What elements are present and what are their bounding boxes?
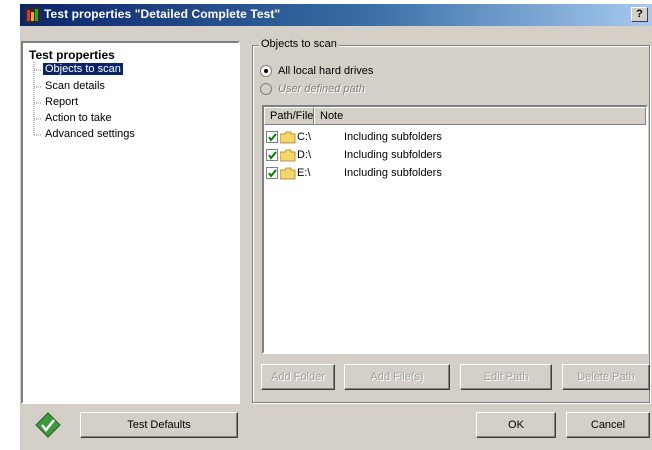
folder-icon: [280, 167, 296, 179]
properties-dialog: Test properties "Detailed Complete Test"…: [20, 4, 652, 450]
tree-item-report[interactable]: Report: [43, 96, 80, 108]
tree-root-test-properties[interactable]: Test properties: [29, 48, 115, 62]
paths-list[interactable]: Path/File Note C:\ Including subfolders …: [262, 105, 648, 354]
ok-button[interactable]: OK: [476, 412, 556, 438]
objects-group-legend: Objects to scan: [259, 38, 339, 50]
row-note: Including subfolders: [344, 149, 442, 161]
checkmark-icon: [268, 151, 277, 160]
help-button[interactable]: ?: [631, 7, 648, 22]
delete-path-button[interactable]: Delete Path: [562, 364, 650, 390]
column-header-note[interactable]: Note: [314, 107, 646, 125]
checkmark-icon: [268, 169, 277, 178]
radio-all-local-drives[interactable]: All local hard drives: [260, 65, 373, 77]
app-icon: [25, 7, 41, 23]
tree-item-action-to-take[interactable]: Action to take: [43, 112, 114, 124]
row-note: Including subfolders: [344, 167, 442, 179]
radio-user-label: User defined path: [278, 83, 365, 95]
radio-button-unchecked[interactable]: [260, 83, 272, 95]
radio-button-checked[interactable]: [260, 65, 272, 77]
radio-user-defined-path[interactable]: User defined path: [260, 83, 365, 95]
checkmark-icon: [268, 133, 277, 142]
radio-all-label: All local hard drives: [278, 65, 374, 77]
title-bar[interactable]: Test properties "Detailed Complete Test"…: [20, 4, 652, 26]
folder-icon: [280, 149, 296, 161]
row-checkbox[interactable]: [266, 149, 278, 161]
row-path: C:\: [297, 131, 312, 143]
folder-icon: [280, 131, 296, 143]
settings-tree[interactable]: Test properties Objects to scan Scan det…: [21, 41, 240, 404]
test-defaults-button[interactable]: Test Defaults: [80, 412, 238, 438]
add-folder-button[interactable]: Add Folder: [261, 364, 335, 390]
row-path: D:\: [297, 149, 312, 161]
test-defaults-label: Test Defaults: [127, 419, 191, 431]
list-header: Path/File Note: [264, 107, 646, 125]
column-header-path[interactable]: Path/File: [264, 107, 314, 125]
green-diamond-check-icon: [35, 412, 61, 438]
list-row[interactable]: E:\ Including subfolders: [266, 164, 442, 182]
add-files-button[interactable]: Add File(s): [344, 364, 450, 390]
tree-item-objects-to-scan[interactable]: Objects to scan: [43, 63, 123, 75]
window-title: Test properties "Detailed Complete Test": [44, 7, 281, 21]
tree-item-scan-details[interactable]: Scan details: [43, 80, 107, 92]
row-path: E:\: [297, 167, 311, 179]
list-row[interactable]: D:\ Including subfolders: [266, 146, 442, 164]
row-checkbox[interactable]: [266, 131, 278, 143]
cancel-button[interactable]: Cancel: [566, 412, 650, 438]
edit-path-button[interactable]: Edit Path: [460, 364, 552, 390]
list-row[interactable]: C:\ Including subfolders: [266, 128, 442, 146]
row-checkbox[interactable]: [266, 167, 278, 179]
row-note: Including subfolders: [344, 131, 442, 143]
tree-item-advanced-settings[interactable]: Advanced settings: [43, 128, 137, 140]
